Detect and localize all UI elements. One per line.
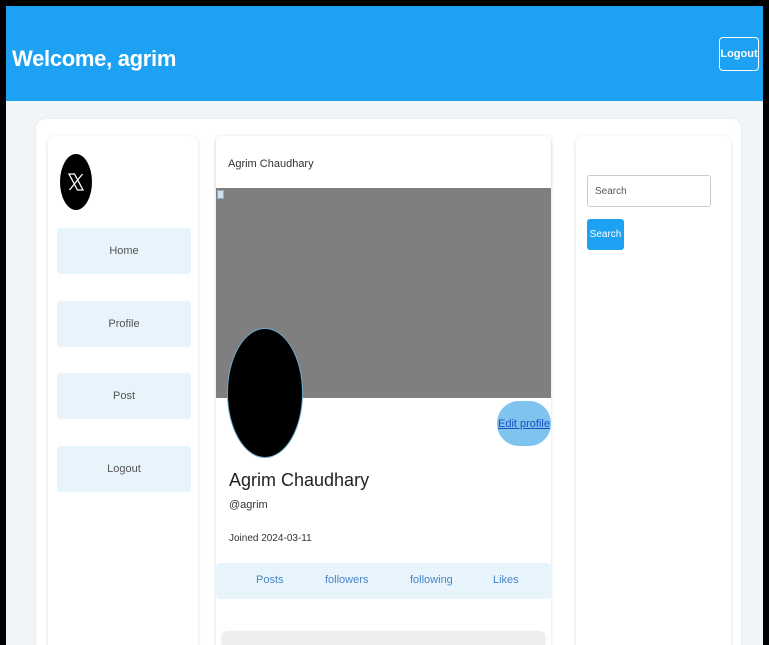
sidebar-item-post[interactable]: Post [57, 373, 191, 419]
left-sidebar: Home Profile Post Logout [48, 136, 198, 645]
edit-profile-button[interactable]: Edit profile [497, 401, 551, 446]
tab-following[interactable]: following [410, 574, 453, 586]
search-button[interactable]: Search [587, 219, 624, 250]
main-container: Home Profile Post Logout Agrim Chaudhary… [36, 119, 741, 645]
search-input[interactable] [587, 175, 711, 207]
tab-followers[interactable]: followers [325, 574, 368, 586]
broken-image-icon [217, 190, 224, 199]
x-logo-icon[interactable] [60, 154, 92, 210]
app-frame: Welcome, agrim Logout Home Profile Post … [6, 6, 763, 645]
top-header: Welcome, agrim Logout [6, 6, 763, 101]
post-card [222, 631, 545, 645]
profile-header: Agrim Chaudhary [216, 136, 551, 188]
avatar [227, 328, 303, 458]
profile-joined-date: Joined 2024-03-11 [229, 533, 312, 544]
profile-header-title: Agrim Chaudhary [228, 158, 314, 170]
welcome-title: Welcome, agrim [12, 46, 177, 71]
profile-name: Agrim Chaudhary [229, 470, 370, 490]
profile-panel: Agrim Chaudhary Edit profile Agrim Chaud… [216, 136, 551, 645]
profile-handle: @agrim [229, 499, 268, 511]
tab-posts[interactable]: Posts [256, 574, 284, 586]
profile-tabs: Posts followers following Likes [216, 563, 551, 599]
search-panel: Search [576, 136, 731, 645]
sidebar-item-home[interactable]: Home [57, 228, 191, 274]
sidebar-item-profile[interactable]: Profile [57, 301, 191, 347]
x-logo-icon-glyph [67, 173, 85, 191]
sidebar-item-logout[interactable]: Logout [57, 446, 191, 492]
tab-likes[interactable]: Likes [493, 574, 519, 586]
header-logout-button[interactable]: Logout [719, 37, 759, 71]
